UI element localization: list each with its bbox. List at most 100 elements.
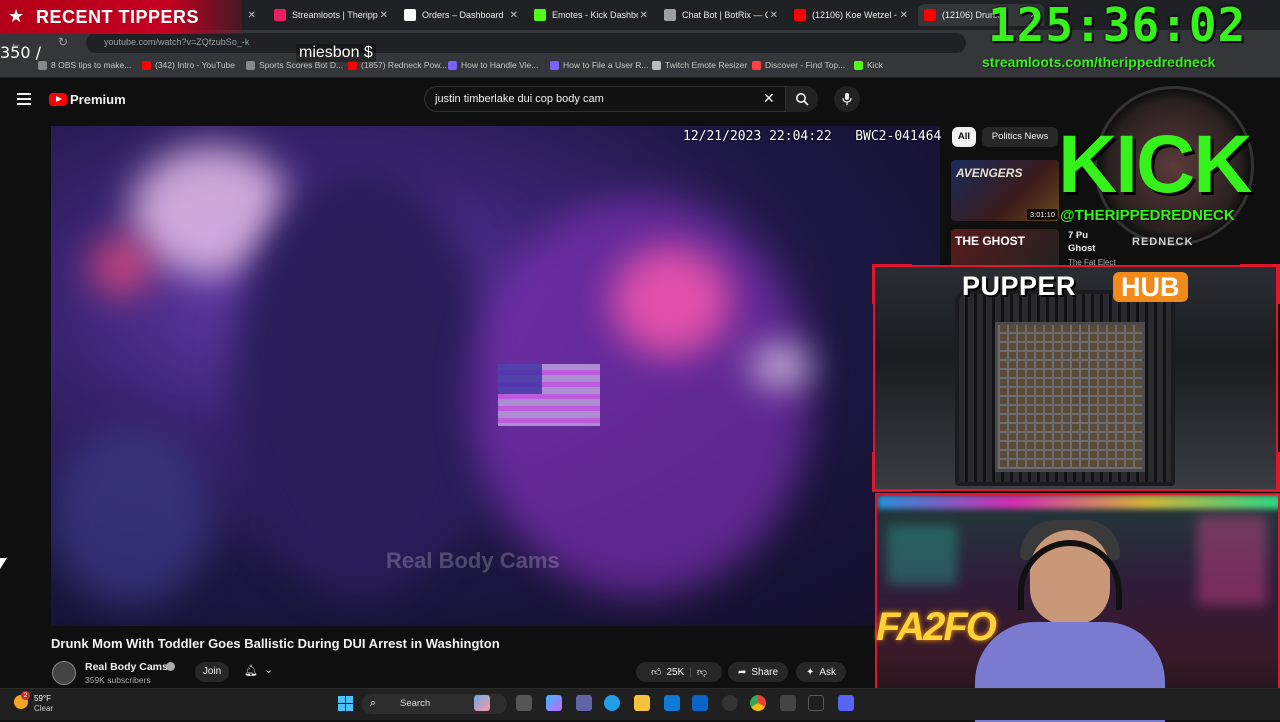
ask-label: Ask — [819, 666, 837, 678]
widget-icon[interactable] — [474, 695, 490, 711]
subathon-timer: 125:36:02 — [988, 0, 1247, 52]
neon-sign: FA2FO — [876, 605, 997, 649]
frame-corner — [1240, 264, 1280, 304]
file-explorer-icon[interactable] — [634, 695, 650, 711]
tab-close-icon[interactable]: ✕ — [770, 10, 778, 21]
chip-politics-news[interactable]: Politics News — [982, 127, 1058, 147]
hamburger-menu-icon[interactable] — [17, 93, 31, 105]
bookmark-item[interactable]: How to File a User R... — [550, 60, 649, 70]
browser-tab[interactable]: Emotes - Kick Dashbo ✕ — [528, 4, 654, 26]
teams-icon[interactable] — [576, 695, 592, 711]
windows-start-icon[interactable] — [338, 696, 354, 712]
weather-badge: 2 — [21, 691, 30, 700]
bookmark-item[interactable]: How to Handle Vie... — [448, 60, 538, 70]
browser-tab[interactable]: Chat Bot | BotRix — Cl ✕ — [658, 4, 784, 26]
tab-favicon-icon — [534, 9, 546, 21]
sparkle-icon: ✦ — [805, 666, 815, 678]
notification-bell-button[interactable]: 🔔︎ ⌄ — [238, 662, 282, 682]
mouse-cursor — [0, 558, 7, 569]
like-dislike-group[interactable]: 👍︎ 25K | 👎︎ — [636, 662, 722, 682]
browser-tab[interactable]: (12106) Koe Wetzel - S ✕ — [788, 4, 914, 26]
youtube-premium-label[interactable]: Premium — [70, 92, 126, 107]
bookmark-item[interactable]: (342) Intro - YouTube — [142, 60, 235, 70]
address-bar[interactable]: youtube.com/watch?v=ZQfzubSo_-k — [86, 33, 966, 53]
youtube-logo-icon[interactable] — [49, 93, 67, 106]
title-line: Ghost — [1068, 243, 1096, 254]
browser-tab[interactable]: Streamloots | Therippe ✕ — [268, 4, 394, 26]
discord-icon[interactable] — [838, 695, 854, 711]
ask-button[interactable]: ✦ Ask — [796, 662, 846, 682]
channel-name[interactable]: Real Body Cams — [85, 661, 168, 673]
voice-search-button[interactable] — [834, 86, 860, 112]
microphone-icon — [842, 93, 852, 105]
browser-tab[interactable]: Orders – Dashboard ✕ — [398, 4, 524, 26]
bookmark-favicon-icon — [550, 60, 559, 70]
bookmark-favicon-icon — [854, 60, 863, 70]
title-line: 7 Pu — [1068, 230, 1089, 241]
search-button[interactable] — [786, 86, 818, 112]
tipper-name: miesbon $ — [296, 44, 376, 62]
reload-icon[interactable]: ↻ — [58, 35, 68, 49]
chip-all[interactable]: All — [952, 127, 976, 147]
outlook-icon[interactable] — [692, 695, 708, 711]
bookmark-label: How to Handle Vie... — [461, 60, 539, 70]
video-duration: 3:01:10 — [1027, 209, 1059, 220]
weather-condition[interactable]: Clear — [34, 704, 53, 713]
bookmark-label: How to File a User R... — [563, 60, 649, 70]
obs-icon[interactable] — [722, 695, 738, 711]
tab-close-icon[interactable]: ✕ — [640, 10, 648, 21]
search-input[interactable]: justin timberlake dui cop body cam — [424, 86, 786, 112]
share-label: Share — [751, 666, 779, 678]
kick-logo: KICK — [1058, 119, 1252, 210]
chevron-down-icon: ⌄ — [264, 664, 274, 676]
tab-label: Orders – Dashboard — [422, 10, 504, 20]
weather-temperature[interactable]: 59°F — [34, 694, 51, 703]
share-button[interactable]: ➦ Share — [728, 662, 788, 682]
app-icon[interactable] — [780, 695, 796, 711]
clear-search-icon[interactable]: ✕ — [763, 90, 775, 107]
thumbnail-text: AVENGERS — [956, 166, 1023, 180]
search-icon — [796, 93, 809, 106]
timer-url: streamloots.com/therippedredneck — [982, 54, 1216, 70]
channel-avatar[interactable] — [52, 661, 76, 685]
video-title: Drunk Mom With Toddler Goes Ballistic Du… — [51, 636, 500, 651]
bodycam-timestamp: 12/21/2023 22:04:22 — [683, 129, 832, 144]
kick-handle: @THERIPPEDREDNECK — [1060, 207, 1235, 224]
thumbs-up-icon[interactable]: 👍︎ — [651, 666, 661, 678]
store-icon[interactable] — [664, 695, 680, 711]
tab-close-icon[interactable]: ✕ — [248, 10, 256, 21]
recommendation-title[interactable]: 7 Pu Ghost — [1068, 229, 1095, 255]
tab-favicon-icon — [664, 9, 676, 21]
bodycam-stamp: 12/21/2023 22:04:22 BWC2-041464 — [683, 129, 941, 144]
subscriber-count: 359K subscribers — [85, 675, 151, 685]
tab-close-icon[interactable]: ✕ — [510, 10, 518, 21]
bookmark-item[interactable]: 8 OBS tips to make... — [38, 60, 131, 70]
flag-patch — [498, 364, 600, 426]
bookmark-item[interactable]: Discover - Find Top... — [752, 60, 845, 70]
like-count: 25K — [666, 666, 685, 678]
chrome-icon[interactable] — [750, 695, 766, 711]
share-icon: ➦ — [737, 666, 747, 678]
star-icon: ★ — [8, 6, 25, 26]
frame-corner — [872, 264, 912, 304]
bookmark-item[interactable]: Kick — [854, 60, 883, 70]
thumbs-down-icon[interactable]: 👎︎ — [697, 666, 707, 678]
join-button[interactable]: Join — [195, 662, 229, 682]
tab-close-icon[interactable]: ✕ — [380, 10, 388, 21]
tip-ticker: 350 / — [0, 43, 42, 62]
bookmark-item[interactable]: Twitch Emote Resizer — [652, 60, 747, 70]
tab-label: Chat Bot | BotRix — Cl — [682, 10, 768, 20]
bookmark-favicon-icon — [752, 60, 761, 70]
tab-close-icon[interactable]: ✕ — [900, 10, 908, 21]
crate-door — [995, 322, 1145, 472]
terminal-icon[interactable] — [808, 695, 824, 711]
video-watermark: Real Body Cams — [386, 548, 560, 573]
emblem-text: REDNECK — [1132, 236, 1194, 248]
edge-icon[interactable] — [604, 695, 620, 711]
frame-corner — [872, 452, 912, 492]
bookmark-label: Discover - Find Top... — [765, 60, 846, 70]
copilot-icon[interactable] — [546, 695, 562, 711]
bookmark-favicon-icon — [142, 60, 151, 70]
bookmark-favicon-icon — [246, 60, 255, 70]
task-view-icon[interactable] — [516, 695, 532, 711]
